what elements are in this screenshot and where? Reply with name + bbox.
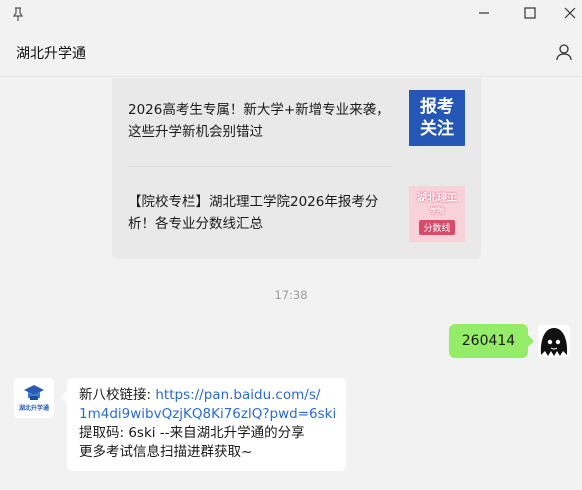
chat-title: 湖北升学通 [16, 46, 86, 62]
share-link-part2[interactable]: 1m4di9wibvQzjKQ8Ki76zlQ?pwd=6ski [79, 406, 336, 422]
outgoing-message-text: 260414 [461, 333, 516, 349]
minimize-icon[interactable] [476, 5, 492, 21]
thumb-text-1b: 关注 [420, 119, 454, 139]
thumb-text-2a: 湖北理工 [417, 193, 457, 204]
article-title-2[interactable]: 【院校专栏】湖北理工学院2026年报考分析！各专业分数线汇总 [128, 191, 398, 235]
outgoing-message-bubble[interactable]: 260414 [449, 324, 534, 358]
extraction-code-line: 提取码: 6ski --来自湖北升学通的分享 [79, 425, 305, 441]
user-icon[interactable] [555, 43, 573, 61]
pin-icon[interactable] [10, 6, 26, 22]
header-divider [0, 76, 582, 77]
share-link-part1[interactable]: https://pan.baidu.com/s/ [155, 387, 320, 403]
graduation-cap-icon [24, 385, 44, 400]
message-prefix: 新八校链接: [79, 387, 156, 403]
message-timestamp: 17:38 [274, 288, 308, 302]
maximize-icon[interactable] [522, 5, 538, 21]
sender-avatar[interactable]: 湖北升学通 [14, 378, 54, 418]
article-thumbnail-1[interactable]: 报考 关注 [409, 90, 465, 146]
article-thumbnail-2[interactable]: 湖北理工 学院 分数线 [409, 186, 465, 242]
close-icon[interactable] [562, 5, 578, 21]
article-title-1[interactable]: 2026高考生专属！新大学+新增专业来袭，这些升学新机会别错过 [128, 99, 398, 143]
thumb-text-2b: 学院 [430, 207, 444, 215]
sender-avatar-label: 湖北升学通 [18, 405, 49, 412]
more-info-line: 更多考试信息扫描进群获取~ [79, 444, 253, 460]
thumb-text-1a: 报考 [420, 97, 454, 117]
thumb-text-2c: 分数线 [419, 220, 455, 235]
card-separator [128, 166, 392, 167]
incoming-message-bubble[interactable]: 新八校链接: https://pan.baidu.com/s/ 1m4di9wi… [61, 378, 346, 471]
my-avatar[interactable] [538, 325, 570, 357]
